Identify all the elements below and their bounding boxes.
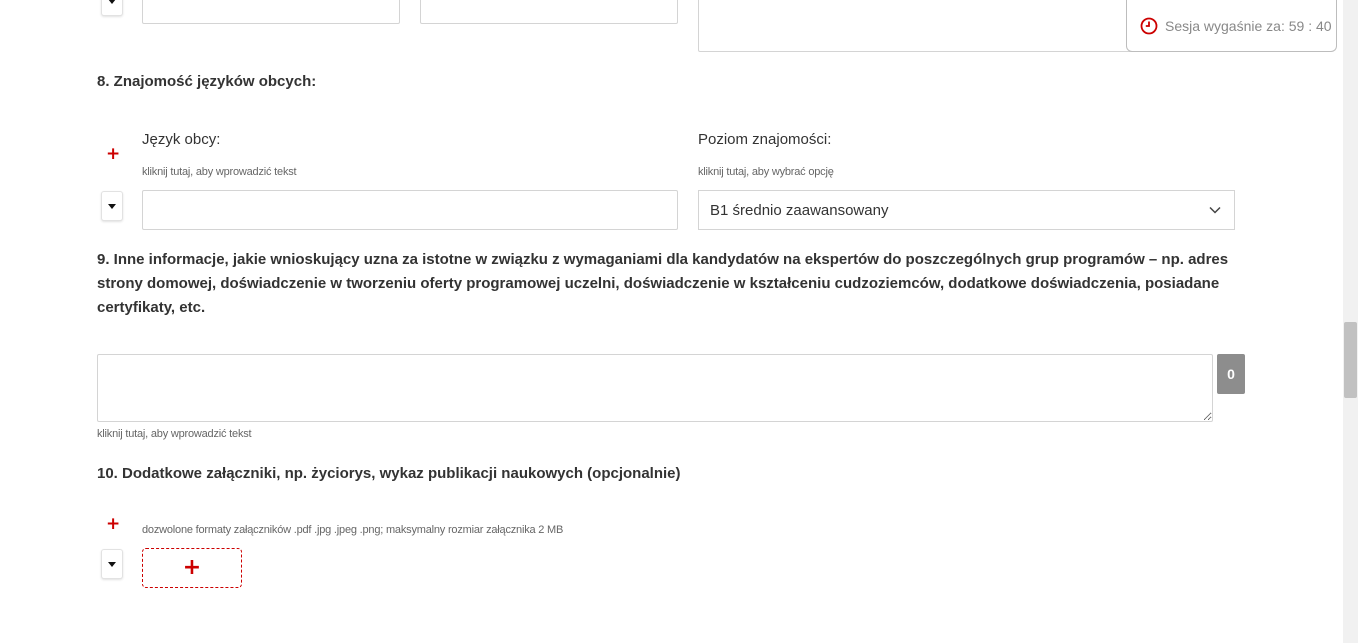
scrollbar-thumb[interactable] (1344, 322, 1357, 398)
section-8-title: 8. Znajomość języków obcych: (97, 73, 317, 90)
section-9-title: 9. Inne informacje, jakie wnioskujący uz… (97, 251, 1229, 316)
character-counter: 0 (1217, 354, 1245, 394)
caret-down-icon (108, 561, 116, 567)
add-attachment-row-icon[interactable]: + (106, 516, 120, 533)
previous-input-2[interactable] (420, 0, 678, 24)
attachment-hint: dozwolone formaty załączników .pdf .jpg … (142, 524, 564, 536)
previous-input-1[interactable] (142, 0, 400, 24)
session-label: Sesja wygaśnie za: (1165, 17, 1285, 34)
level-select-value: B1 średnio zaawansowany (710, 201, 889, 219)
language-input[interactable] (142, 190, 678, 230)
caret-down-icon (108, 203, 116, 209)
caret-down-icon (108, 0, 116, 4)
session-timer-text: Sesja wygaśnie za: 59 : 40 (1165, 18, 1332, 34)
row-menu-button-previous[interactable] (101, 0, 123, 16)
add-attachment-button[interactable]: + (142, 548, 242, 588)
session-time: 59 : 40 (1288, 17, 1332, 34)
clock-icon (1140, 17, 1158, 34)
level-select[interactable]: B1 średnio zaawansowany (698, 190, 1235, 230)
plus-icon: + (182, 555, 202, 580)
language-label: Język obcy: (142, 131, 221, 148)
add-language-row-icon[interactable]: + (106, 146, 120, 163)
other-info-textarea[interactable] (97, 354, 1213, 422)
other-info-hint: kliknij tutaj, aby wprowadzić tekst (97, 428, 252, 440)
level-label: Poziom znajomości: (698, 131, 832, 148)
language-hint: kliknij tutaj, aby wprowadzić tekst (142, 166, 297, 178)
level-hint: kliknij tutaj, aby wybrać opcję (698, 166, 834, 178)
session-timer: Sesja wygaśnie za: 59 : 40 (1126, 0, 1337, 52)
language-row-menu-button[interactable] (101, 191, 123, 221)
attachment-row-menu-button[interactable] (101, 549, 123, 579)
chevron-down-icon (1209, 206, 1221, 214)
section-10-title: 10. Dodatkowe załączniki, np. życiorys, … (97, 465, 681, 482)
